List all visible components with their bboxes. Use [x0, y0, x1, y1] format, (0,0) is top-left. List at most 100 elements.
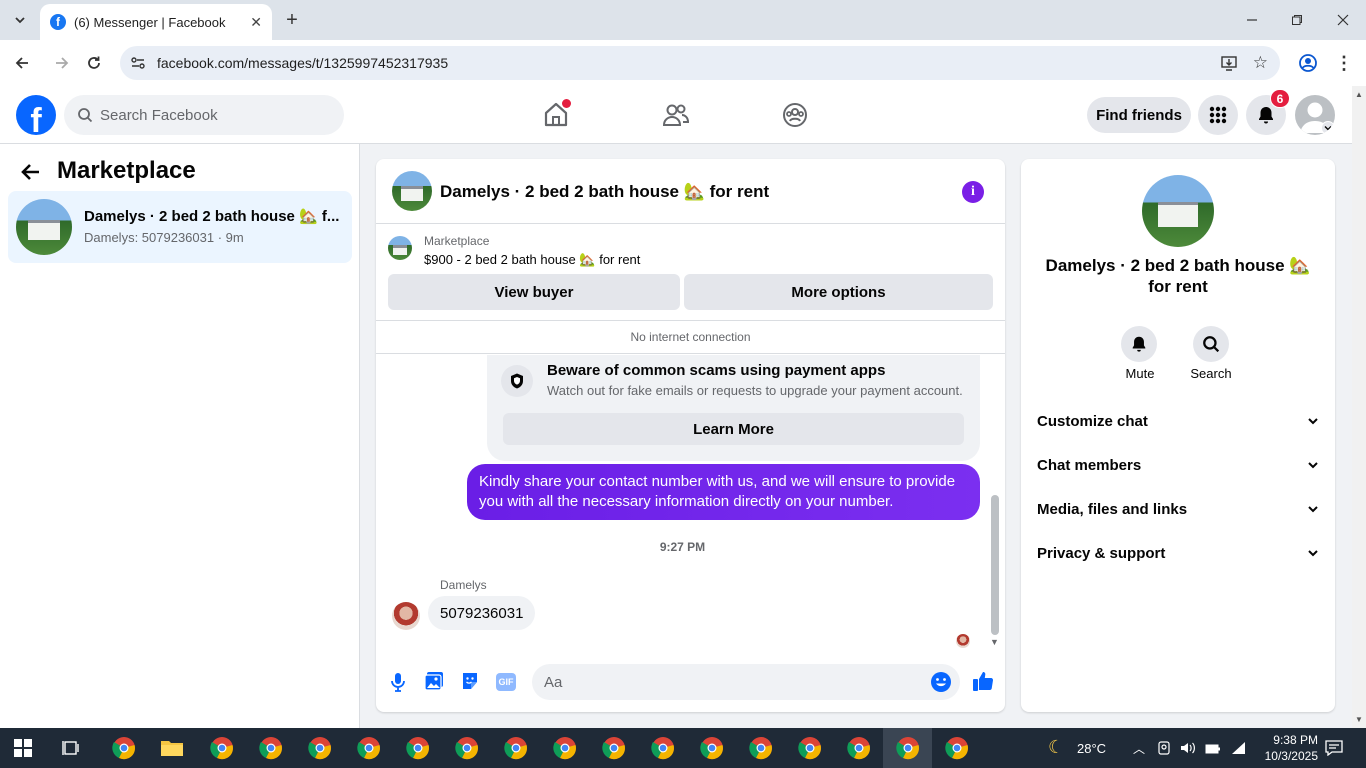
message-input[interactable]: Aa — [532, 664, 960, 700]
gif-icon[interactable]: GIF — [496, 673, 516, 691]
scam-warning-title: Beware of common scams using payment app… — [547, 362, 886, 379]
chrome-app-icon[interactable] — [943, 734, 971, 762]
chrome-app-icon[interactable] — [208, 734, 236, 762]
conversation-name: Damelys · 2 bed 2 bath house 🏡 f... — [84, 208, 340, 225]
shield-icon — [501, 365, 533, 397]
file-explorer-icon[interactable] — [158, 734, 186, 762]
weather-temperature[interactable]: 28°C — [1077, 741, 1106, 756]
chat-members-section[interactable]: Chat members — [1037, 453, 1319, 477]
menu-grid-icon[interactable] — [1198, 95, 1238, 135]
chat-details-panel: Damelys · 2 bed 2 bath house 🏡 for rent … — [1021, 159, 1335, 712]
clock-date: 10/3/2025 — [1264, 749, 1318, 763]
sender-avatar[interactable] — [392, 602, 420, 630]
chrome-app-icon[interactable] — [404, 734, 432, 762]
section-label: Chat members — [1037, 456, 1142, 474]
bookmark-star-icon[interactable]: ☆ — [1253, 53, 1268, 73]
chrome-app-icon[interactable] — [453, 734, 481, 762]
home-icon[interactable] — [541, 99, 571, 130]
section-label: Privacy & support — [1037, 544, 1166, 562]
chrome-app-icon[interactable] — [698, 734, 726, 762]
chrome-app-icon[interactable] — [355, 734, 383, 762]
notifications-button[interactable]: 6 — [1246, 89, 1290, 135]
minimize-icon[interactable] — [1240, 8, 1264, 32]
browser-menu-icon[interactable]: ⋮ — [1332, 51, 1356, 75]
photo-icon[interactable] — [424, 671, 444, 696]
received-message-bubble[interactable]: 5079236031 — [428, 596, 536, 630]
camera-icon[interactable] — [1157, 741, 1171, 760]
panel-title: Marketplace — [57, 157, 196, 184]
details-avatar[interactable] — [1142, 175, 1214, 247]
friends-icon[interactable] — [661, 100, 691, 130]
back-icon[interactable] — [10, 51, 34, 75]
home-notification-dot — [562, 99, 571, 108]
battery-icon[interactable] — [1205, 742, 1221, 760]
restore-icon[interactable] — [1285, 8, 1309, 32]
back-arrow-icon[interactable] — [20, 161, 42, 188]
chrome-app-icon[interactable] — [600, 734, 628, 762]
task-view-icon[interactable] — [62, 739, 82, 762]
customize-chat-section[interactable]: Customize chat — [1037, 409, 1319, 433]
site-info-icon[interactable] — [130, 55, 146, 74]
scroll-down-arrow-icon[interactable]: ▼ — [990, 637, 999, 647]
install-app-icon[interactable] — [1220, 54, 1238, 75]
groups-icon[interactable] — [780, 100, 810, 130]
address-bar[interactable]: facebook.com/messages/t/1325997452317935… — [120, 46, 1280, 80]
chrome-app-icon[interactable] — [110, 734, 138, 762]
sent-message-bubble[interactable]: Kindly share your contact number with us… — [467, 464, 980, 520]
more-options-button[interactable]: More options — [684, 274, 993, 310]
new-tab-icon[interactable]: + — [280, 8, 304, 32]
weather-moon-icon[interactable]: ☾ — [1048, 737, 1064, 758]
close-tab-icon[interactable]: ✕ — [250, 14, 262, 31]
forward-icon[interactable] — [50, 51, 74, 75]
close-window-icon[interactable] — [1331, 8, 1355, 32]
clock-time: 9:38 PM — [1273, 733, 1318, 747]
account-avatar[interactable] — [1295, 95, 1335, 135]
chrome-app-icon[interactable] — [306, 734, 334, 762]
reload-icon[interactable] — [82, 51, 106, 75]
clock[interactable]: 9:38 PM 10/3/2025 — [1262, 732, 1318, 764]
chrome-app-icon[interactable] — [796, 734, 824, 762]
chat-title[interactable]: Damelys · 2 bed 2 bath house 🏡 for rent — [440, 182, 769, 202]
search-in-chat-button[interactable] — [1193, 326, 1229, 362]
listing-thumbnail — [388, 236, 412, 260]
facebook-logo-icon[interactable]: f — [16, 95, 56, 135]
page-scrollbar[interactable]: ▲ ▼ — [1352, 86, 1366, 728]
notification-center-icon[interactable] — [1325, 740, 1343, 761]
chrome-app-icon[interactable] — [551, 734, 579, 762]
chrome-app-icon[interactable] — [894, 734, 922, 762]
listing-banner: Marketplace $900 - 2 bed 2 bath house 🏡 … — [376, 224, 1005, 321]
chrome-app-icon[interactable] — [649, 734, 677, 762]
chevron-down-icon — [1308, 550, 1318, 557]
conversation-item[interactable]: Damelys · 2 bed 2 bath house 🏡 f... Dame… — [8, 191, 352, 263]
emoji-icon[interactable] — [930, 671, 952, 697]
facebook-header: f Search Facebook Find friends 6 — [0, 86, 1352, 144]
search-facebook-input[interactable]: Search Facebook — [64, 95, 344, 135]
privacy-support-section[interactable]: Privacy & support — [1037, 541, 1319, 565]
sticker-icon[interactable] — [460, 671, 480, 696]
microphone-icon[interactable] — [390, 672, 406, 697]
show-hidden-icons-icon[interactable]: ︿ — [1133, 740, 1145, 757]
browser-tab-messenger[interactable]: f (6) Messenger | Facebook ✕ — [40, 4, 272, 40]
scroll-down-arrow-icon[interactable]: ▼ — [1355, 715, 1363, 724]
find-friends-button[interactable]: Find friends — [1087, 97, 1191, 133]
scroll-up-arrow-icon[interactable]: ▲ — [1355, 90, 1363, 99]
tab-search-icon[interactable] — [8, 8, 32, 32]
mute-button[interactable] — [1121, 326, 1157, 362]
chat-header: Damelys · 2 bed 2 bath house 🏡 for rent … — [376, 159, 1005, 224]
view-buyer-button[interactable]: View buyer — [388, 274, 680, 310]
chrome-app-icon[interactable] — [502, 734, 530, 762]
speaker-icon[interactable] — [1180, 741, 1196, 760]
like-thumb-icon[interactable] — [972, 670, 994, 697]
search-label: Search — [1190, 366, 1232, 381]
message-scrollbar[interactable] — [991, 495, 999, 635]
windows-start-icon[interactable] — [14, 739, 32, 762]
chrome-app-icon[interactable] — [747, 734, 775, 762]
profile-icon[interactable] — [1296, 51, 1320, 75]
chrome-app-icon[interactable] — [257, 734, 285, 762]
chat-avatar[interactable] — [392, 171, 432, 211]
chrome-app-icon[interactable] — [845, 734, 873, 762]
media-files-links-section[interactable]: Media, files and links — [1037, 497, 1319, 521]
learn-more-button[interactable]: Learn More — [503, 413, 964, 445]
wifi-icon[interactable] — [1230, 741, 1246, 760]
info-icon[interactable]: i — [962, 181, 984, 203]
